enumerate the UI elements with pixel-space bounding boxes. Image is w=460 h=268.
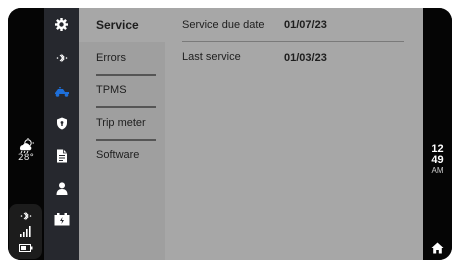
weather-widget: 28° <box>8 138 44 163</box>
signal-icon <box>20 226 31 237</box>
menu-item-software[interactable]: Software <box>79 139 165 171</box>
left-status-rail: 28° <box>8 8 44 260</box>
last-service-value: 01/03/23 <box>284 52 327 64</box>
document-icon <box>56 149 67 163</box>
battery-icon <box>19 244 33 252</box>
scooter-icon <box>54 86 69 97</box>
nav-profile[interactable] <box>44 176 79 200</box>
nav-security[interactable] <box>44 111 79 135</box>
shield-icon <box>56 117 67 129</box>
nav-settings[interactable] <box>44 12 79 36</box>
nav-battery[interactable] <box>44 207 79 231</box>
right-status-rail: 12 49 AM <box>423 8 452 260</box>
settings-menu: Service Errors TPMS Trip meter Software <box>79 8 236 260</box>
menu-item-tpms[interactable]: TPMS <box>79 74 165 106</box>
service-due-date-label: Service due date <box>182 19 265 31</box>
menu-item-service[interactable]: Service <box>79 9 165 41</box>
rain-cloud-icon <box>19 138 34 153</box>
nav-documents[interactable] <box>44 144 79 168</box>
nav-vehicle[interactable] <box>44 79 79 103</box>
nav-bluetooth[interactable] <box>44 46 79 70</box>
settings-icon <box>55 17 68 31</box>
temperature-label: 28° <box>18 153 34 163</box>
clock-ampm: AM <box>431 166 444 175</box>
clock-minute: 49 <box>431 154 444 166</box>
bluetooth-icon <box>56 53 67 63</box>
home-button[interactable] <box>429 240 446 255</box>
bluetooth-icon <box>20 211 32 221</box>
service-panel: Service due date 01/07/23 Last service 0… <box>165 8 423 260</box>
clock: 12 49 AM <box>423 144 452 176</box>
status-card <box>9 204 42 259</box>
menu-item-trip-meter[interactable]: Trip meter <box>79 107 165 139</box>
menu-item-errors[interactable]: Errors <box>79 42 165 74</box>
home-icon <box>431 242 444 253</box>
battery-card-icon <box>54 212 69 225</box>
row-divider <box>182 41 404 42</box>
user-icon <box>56 181 67 195</box>
last-service-label: Last service <box>182 51 241 63</box>
service-due-date-value: 01/07/23 <box>284 19 327 31</box>
icon-sidebar <box>44 8 79 260</box>
dashboard-screen: 28° Service Errors TPMS Trip meter Softw… <box>8 8 452 260</box>
